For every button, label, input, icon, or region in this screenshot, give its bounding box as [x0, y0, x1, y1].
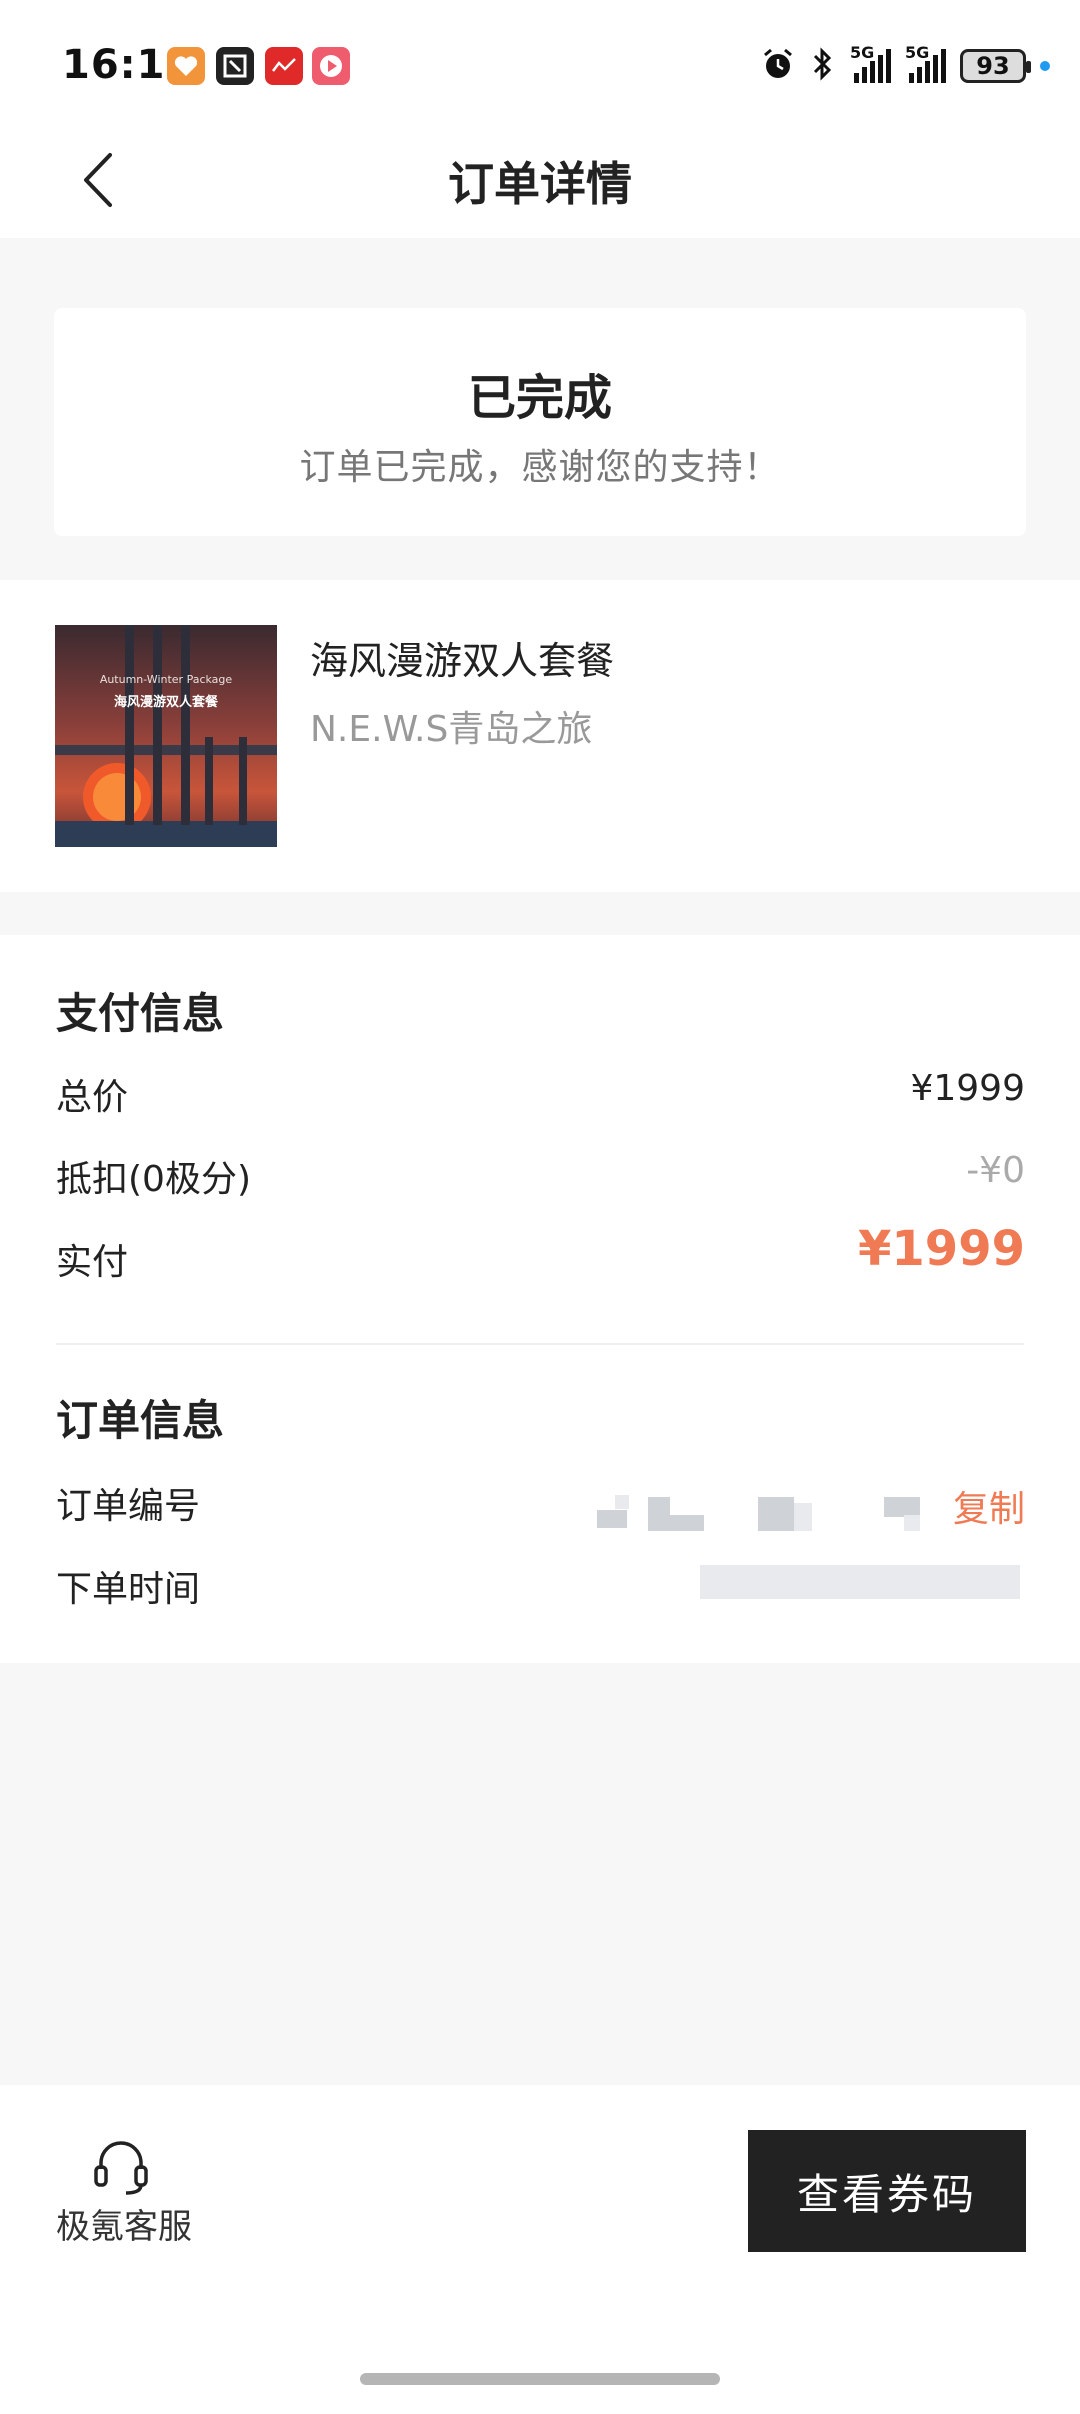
product-image-caption-cn: 海风漫游双人套餐 — [113, 695, 218, 710]
order-status-title: 已完成 — [467, 370, 612, 426]
order-time-label: 下单时间 — [56, 1569, 201, 1610]
bluetooth-icon — [810, 46, 836, 86]
order-section-title: 订单信息 — [56, 1396, 225, 1445]
product-card[interactable]: Autumn-Winter Package 海风漫游双人套餐 海风漫游双人套餐 … — [0, 580, 1080, 892]
order-number-label: 订单编号 — [56, 1486, 201, 1527]
order-status-subtitle: 订单已完成，感谢您的支持！ — [299, 447, 781, 488]
product-image: Autumn-Winter Package 海风漫游双人套餐 — [55, 625, 277, 847]
music-app-icon — [265, 47, 303, 85]
payment-section-title: 支付信息 — [56, 989, 225, 1038]
total-label: 总价 — [56, 1077, 129, 1118]
total-value: ¥1999 — [910, 1068, 1025, 1109]
view-voucher-button[interactable]: 查看券码 — [748, 2130, 1026, 2252]
paid-value: ¥1999 — [858, 1221, 1025, 1277]
order-detail-page: 16:11 5G 5G 93 订单详情 已完成 订单已完成，感谢您的支持！ Au… — [0, 0, 1080, 2414]
order-status-card: 已完成 订单已完成，感谢您的支持！ — [54, 308, 1026, 536]
bottom-bar: 极氪客服 查看券码 — [0, 2085, 1080, 2414]
signal-2: 5G — [905, 43, 946, 83]
product-subtitle: N.E.W.S青岛之旅 — [310, 709, 593, 750]
health-app-icon — [167, 47, 205, 85]
info-section: 支付信息 总价 ¥1999 抵扣(0极分) -¥0 实付 ¥1999 订单信息 … — [0, 935, 1080, 1663]
headset-icon — [94, 2141, 148, 2195]
video-app-icon — [312, 47, 350, 85]
status-bar: 16:11 5G 5G 93 — [0, 0, 1080, 130]
alarm-icon — [760, 46, 796, 86]
page-title: 订单详情 — [448, 157, 632, 211]
battery-indicator: 93 — [960, 49, 1031, 83]
header: 订单详情 — [0, 130, 1080, 238]
deduction-label: 抵扣(0极分) — [56, 1159, 251, 1200]
copy-order-number-button[interactable]: 复制 — [953, 1480, 1025, 1532]
signal-1: 5G — [850, 43, 891, 83]
notes-app-icon — [216, 47, 254, 85]
section-divider — [56, 1343, 1024, 1345]
customer-service-label: 极氪客服 — [56, 2207, 192, 2247]
deduction-value: -¥0 — [966, 1150, 1025, 1191]
product-image-caption-en: Autumn-Winter Package — [99, 673, 233, 686]
paid-label: 实付 — [56, 1242, 129, 1283]
home-indicator[interactable] — [360, 2373, 720, 2385]
notification-dot — [1040, 61, 1050, 71]
status-indicators: 5G 5G 93 — [760, 43, 1050, 88]
product-name: 海风漫游双人套餐 — [310, 639, 615, 683]
